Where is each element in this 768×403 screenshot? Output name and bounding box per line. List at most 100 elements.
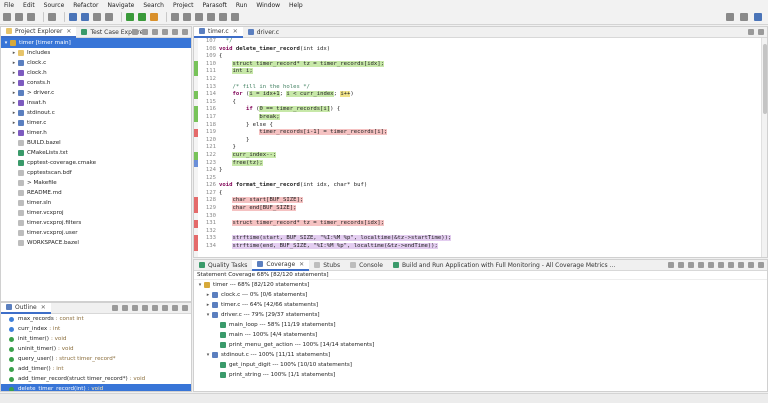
menu-item-refactor[interactable]: Refactor (73, 2, 98, 9)
debug-icon[interactable] (126, 13, 134, 21)
chevron-right-icon[interactable]: ▸ (11, 70, 17, 76)
code-line[interactable]: 110 struct timer_record* tz = timer_reco… (194, 60, 767, 69)
tree-item[interactable]: timer.sln (1, 198, 191, 208)
code-line[interactable]: 109{ (194, 53, 767, 61)
code-line[interactable]: 113 /* fill in the holes */ (194, 84, 767, 92)
save-icon[interactable] (15, 13, 23, 21)
tree-item[interactable]: cpptestscan.bdf (1, 168, 191, 178)
tree-item[interactable]: ▾ timer [timer main] (1, 38, 191, 48)
new-icon[interactable] (3, 13, 11, 21)
tree-item[interactable]: ▸ Includes (1, 48, 191, 58)
hide-static-icon[interactable] (132, 305, 138, 311)
outline-item[interactable]: max_records: const int (1, 314, 191, 324)
menu-item-source[interactable]: Source (44, 2, 65, 9)
tab-quality[interactable]: Quality Tasks (194, 260, 252, 271)
close-icon[interactable]: ✕ (41, 304, 46, 311)
tree-item[interactable]: timer.vcxproj.filters (1, 218, 191, 228)
code-line[interactable]: 129 char end[BUF_SIZE]; (194, 205, 767, 213)
chevron-right-icon[interactable]: ▸ (11, 50, 17, 56)
menu-item-navigate[interactable]: Navigate (107, 2, 134, 9)
outline-item[interactable]: curr_index: int (1, 324, 191, 334)
link-editor-icon[interactable] (142, 29, 148, 35)
chevron-right-icon[interactable]: ▸ (11, 90, 17, 96)
build-config-icon[interactable] (81, 13, 89, 21)
tab-driver-c[interactable]: driver.c (243, 27, 284, 38)
coverage-item[interactable]: print_menu_get_action --- 100% [14/14 st… (194, 340, 767, 350)
view-menu-icon[interactable] (162, 29, 168, 35)
code-line[interactable]: 117 break; (194, 113, 767, 122)
prev-annotation-icon[interactable] (195, 13, 203, 21)
tree-item[interactable]: ▸ timer.c (1, 118, 191, 128)
coverage-item[interactable]: ▾ timer --- 68% [82/120 statements] (194, 280, 767, 290)
tree-item[interactable]: ▸ clock.h (1, 68, 191, 78)
scroll-thumb[interactable] (763, 44, 767, 114)
code-line[interactable]: 120 } (194, 137, 767, 145)
build-icon[interactable] (69, 13, 77, 21)
tree-item[interactable]: > Makefile (1, 178, 191, 188)
close-icon[interactable]: ✕ (233, 28, 238, 35)
tree-item[interactable]: ▸ > driver.c (1, 88, 191, 98)
outline-item[interactable]: delete_timer_record(int): void (1, 384, 191, 391)
maximize-icon[interactable] (182, 305, 188, 311)
editor-scrollbar[interactable] (761, 38, 767, 257)
code-line[interactable]: 121 } (194, 144, 767, 152)
code-line[interactable]: 111 int i; (194, 68, 767, 76)
hide-fields-icon[interactable] (122, 305, 128, 311)
code-line[interactable]: 133 strftime(start, BUF_SIZE, "%I:%M %p"… (194, 235, 767, 244)
minimize-icon[interactable] (748, 262, 754, 268)
hide-nonpublic-icon[interactable] (142, 305, 148, 311)
tree-item[interactable]: ▸ stdinout.c (1, 108, 191, 118)
tab-timer-c[interactable]: timer.c ✕ (194, 27, 243, 38)
expand-icon[interactable] (678, 262, 684, 268)
tab-project-explorer[interactable]: Project Explorer ✕ (1, 27, 77, 38)
coverage-item[interactable]: ▸ timer.c --- 64% [42/66 statements] (194, 300, 767, 310)
outline-item[interactable]: uninit_timer(): void (1, 344, 191, 354)
chevron-down-icon[interactable]: ▾ (197, 282, 203, 288)
run-icon[interactable] (138, 13, 146, 21)
view-menu-icon[interactable] (162, 305, 168, 311)
outline-item[interactable]: add_timer(): int (1, 364, 191, 374)
chevron-right-icon[interactable]: ▸ (11, 60, 17, 66)
collapse-all-icon[interactable] (132, 29, 138, 35)
print-icon[interactable] (48, 13, 56, 21)
coverage-item[interactable]: ▸ clock.c --- 0% [0/6 statements] (194, 290, 767, 300)
code-line[interactable]: 107 */ (194, 38, 767, 46)
code-line[interactable]: 112 (194, 76, 767, 84)
tab-stubs[interactable]: Stubs (309, 260, 345, 271)
coverage-item[interactable]: main_loop --- 58% [11/19 statements] (194, 320, 767, 330)
back-icon[interactable] (207, 13, 215, 21)
coverage-item[interactable]: main --- 100% [4/4 statements] (194, 330, 767, 340)
tree-item[interactable]: ▸ clock.c (1, 58, 191, 68)
chevron-right-icon[interactable]: ▸ (11, 100, 17, 106)
code-line[interactable]: 125 (194, 175, 767, 183)
tab-coverage[interactable]: Coverage ✕ (252, 260, 310, 271)
outline-item[interactable]: init_timer(): void (1, 334, 191, 344)
code-line[interactable]: 122 curr_index--; (194, 151, 767, 160)
code-line[interactable]: 119 timer_records[i-1] = timer_records[i… (194, 129, 767, 137)
tree-item[interactable]: timer.vcxproj (1, 208, 191, 218)
target-icon[interactable] (93, 13, 101, 21)
code-line[interactable]: 134 strftime(end, BUF_SIZE, "%I:%M %p", … (194, 243, 767, 251)
filter-icon[interactable] (698, 262, 704, 268)
code-line[interactable]: 114 for (i = idx+1; i < curr_index; i++) (194, 91, 767, 99)
chevron-down-icon[interactable]: ▾ (205, 352, 211, 358)
outline-item[interactable]: add_timer_record(struct timer_record*): … (1, 374, 191, 384)
code-line[interactable]: 108 void delete_timer_record(int idx) (194, 46, 767, 54)
coverage-item[interactable]: ▾ stdinout.c --- 100% [11/11 statements] (194, 350, 767, 360)
tree-item[interactable]: ▸ consts.h (1, 78, 191, 88)
clear-icon[interactable] (718, 262, 724, 268)
coverage-item[interactable]: get_input_digit --- 100% [10/10 statemen… (194, 360, 767, 370)
minimize-icon[interactable] (172, 305, 178, 311)
chevron-right-icon[interactable]: ▸ (205, 302, 211, 308)
tab-build[interactable]: Build and Run Application with Full Moni… (388, 260, 620, 271)
open-perspective-icon[interactable] (740, 13, 748, 21)
code-line[interactable]: 116 if (0 == timer_records[i]) { (194, 106, 767, 114)
chevron-down-icon[interactable]: ▾ (3, 40, 9, 46)
close-icon[interactable]: ✕ (299, 261, 304, 268)
chevron-right-icon[interactable]: ▸ (11, 80, 17, 86)
forward-icon[interactable] (219, 13, 227, 21)
tree-item[interactable]: WORKSPACE.bazel (1, 238, 191, 248)
code-line[interactable]: 123 free(tz); (194, 159, 767, 168)
collapse-icon[interactable] (688, 262, 694, 268)
maximize-icon[interactable] (758, 29, 764, 35)
